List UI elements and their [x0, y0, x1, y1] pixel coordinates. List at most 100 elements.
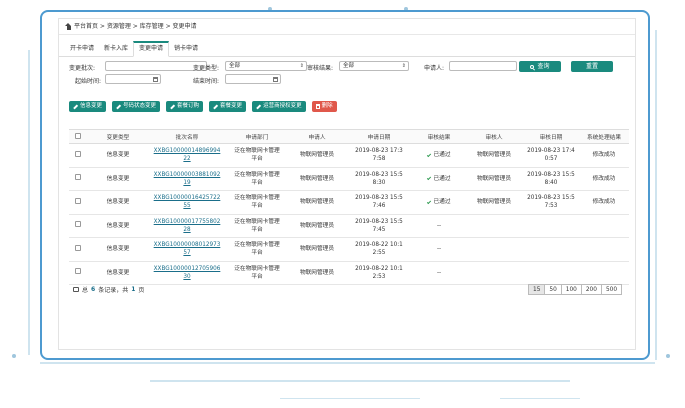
batch-link-line2: 30 [183, 273, 191, 280]
batch-link[interactable]: XXBG10000016425722 55 [154, 195, 221, 209]
auditor-cell [465, 261, 523, 285]
change-type-cell: 信息变更 [87, 167, 149, 191]
batch-link[interactable]: XXBG10000017755802 28 [154, 219, 221, 233]
tab-new-card[interactable]: 新卡入库 [99, 41, 133, 56]
package-order-button[interactable]: 套餐订购 [166, 101, 204, 112]
row-checkbox[interactable] [75, 244, 81, 251]
package-change-button[interactable]: 套餐变更 [209, 101, 247, 112]
batch-link-line2: 22 [183, 156, 191, 163]
col-header: 申请部门 [225, 129, 289, 144]
apply-date-line2: 7:58 [372, 156, 386, 163]
apply-date-line2: 7:45 [372, 226, 386, 233]
row-checkbox[interactable] [75, 221, 81, 228]
row-checkbox[interactable] [75, 150, 81, 157]
applicant-cell: 物联网管理员 [289, 143, 345, 168]
col-header: 申请日期 [345, 129, 413, 144]
audit-result-value: 全部 [343, 63, 355, 69]
tab-open-card[interactable]: 开卡申请 [65, 41, 99, 56]
pencil-icon [213, 104, 218, 109]
batch-link-line2: 28 [183, 226, 191, 233]
page-size-option[interactable]: 100 [560, 284, 582, 295]
department-line2: 平台 [251, 226, 263, 233]
summary-middle: 条记录，共 [98, 287, 129, 294]
change-type-select[interactable]: 全部 [225, 61, 307, 71]
department-line2: 平台 [251, 156, 263, 163]
audit-result-select[interactable]: 全部 [339, 61, 409, 71]
batch-name-cell: XXBG10000014896994 22 [149, 143, 225, 168]
breadcrumb-text: 平台首页 > 资源管理 > 库存管理 > 变更申请 [74, 22, 197, 30]
batch-link[interactable]: XXBG10000012705906 30 [154, 266, 221, 280]
page-size-option[interactable]: 500 [600, 284, 623, 295]
change-type-cell: 信息变更 [87, 214, 149, 238]
filter-panel: 变更批次: 变更类型: 全部 审核结果: 全部 申请人: 查询 起始时间: 结束… [59, 61, 635, 97]
batch-link-line1: XXBG10000016425722 [153, 195, 221, 202]
table-body: 信息变更 XXBG10000014896994 22 泛在物联网卡管理 平台 物联网管理员… [69, 143, 629, 285]
info-change-label: 信息变更 [80, 103, 103, 109]
pencil-icon [116, 104, 121, 109]
department-cell: 泛在物联网卡管理 平台 [225, 237, 289, 262]
audit-date-cell [523, 214, 579, 238]
auditor-cell [465, 214, 523, 238]
batch-no-input[interactable] [105, 61, 207, 71]
audit-result-text: 已通过 [433, 175, 451, 182]
apply-date-line1: 2019-08-23 15:5 [355, 218, 403, 225]
package-order-label: 套餐订购 [177, 103, 200, 109]
reset-button[interactable]: 重置 [571, 61, 613, 72]
department-line1: 泛在物联网卡管理 [234, 171, 280, 178]
row-checkbox[interactable] [75, 174, 81, 181]
select-all-checkbox[interactable] [75, 132, 81, 139]
col-header: 申请人 [289, 129, 345, 144]
system-result-cell: 修改成功 [579, 190, 629, 215]
row-checkbox[interactable] [75, 197, 81, 204]
batch-link-line2: 55 [183, 203, 191, 210]
system-result-cell: 修改成功 [579, 167, 629, 191]
batch-link[interactable]: XXBG10000008012973 57 [154, 242, 221, 256]
decor-dot [12, 354, 16, 358]
batch-name-cell: XXBG10000003881092 19 [149, 167, 225, 191]
page-size-option[interactable]: 50 [544, 284, 562, 295]
search-button[interactable]: 查询 [519, 61, 561, 72]
page-size-selector: 15 50 100 200 500 [528, 284, 623, 295]
apply-date-cell: 2019-08-22 10:1 2:55 [345, 237, 413, 262]
page-size-option[interactable]: 200 [580, 284, 602, 295]
col-header: 批次名称 [149, 129, 225, 144]
table-row: 信息变更 XXBG10000008012973 57 泛在物联网卡管理 平台 物联网管理员… [69, 237, 629, 262]
audit-date-line1: 2019-08-23 17:4 [527, 148, 575, 155]
audit-date-cell: 2019-08-23 17:4 0:57 [523, 143, 579, 168]
info-change-button[interactable]: 信息变更 [69, 101, 107, 112]
department-line2: 平台 [251, 179, 263, 186]
breadcrumb: 平台首页 > 资源管理 > 库存管理 > 变更申请 [59, 19, 635, 35]
batch-link[interactable]: XXBG10000014896994 22 [154, 148, 221, 162]
audit-date-cell [523, 261, 579, 285]
batch-link[interactable]: XXBG10000003881092 19 [154, 172, 221, 186]
apply-date-line2: 8:30 [372, 179, 386, 186]
col-header: 变更类型 [87, 129, 149, 144]
batch-name-cell: XXBG10000016425722 55 [149, 190, 225, 215]
page-count: 1 [131, 286, 136, 293]
delete-button[interactable]: 删除 [311, 101, 337, 112]
applicant-cell: 物联网管理员 [289, 167, 345, 191]
end-time-input[interactable] [225, 74, 281, 84]
system-result-cell [579, 261, 629, 285]
number-status-change-label: 号码状态变更 [123, 103, 157, 109]
start-time-input[interactable] [105, 74, 161, 84]
audit-result-cell: 已通过 [413, 190, 465, 215]
page-size-option[interactable]: 15 [528, 284, 546, 295]
audit-date-cell: 2019-08-23 15:5 8:40 [523, 167, 579, 191]
change-type-cell: 信息变更 [87, 237, 149, 262]
table-row: 信息变更 XXBG10000017755802 28 泛在物联网卡管理 平台 物联网管理员… [69, 214, 629, 238]
system-result-cell: 修改成功 [579, 143, 629, 168]
audit-date-line2: 0:57 [544, 156, 558, 163]
tab-cancel-card[interactable]: 销卡申请 [169, 41, 203, 56]
table-row: 信息变更 XXBG10000003881092 19 泛在物联网卡管理 平台 物联网管理员… [69, 167, 629, 191]
change-type-value: 全部 [229, 63, 241, 69]
audit-result-cell: -- [413, 214, 465, 238]
applicant-input[interactable] [449, 61, 517, 71]
tab-change-request[interactable]: 变更申请 [133, 41, 170, 57]
department-line2: 平台 [251, 273, 263, 280]
batch-link-line2: 57 [183, 250, 191, 257]
number-status-change-button[interactable]: 号码状态变更 [112, 101, 161, 112]
operator-auth-change-button[interactable]: 运营商授权变更 [252, 101, 306, 112]
row-checkbox[interactable] [75, 268, 81, 275]
calendar-icon [273, 76, 278, 82]
